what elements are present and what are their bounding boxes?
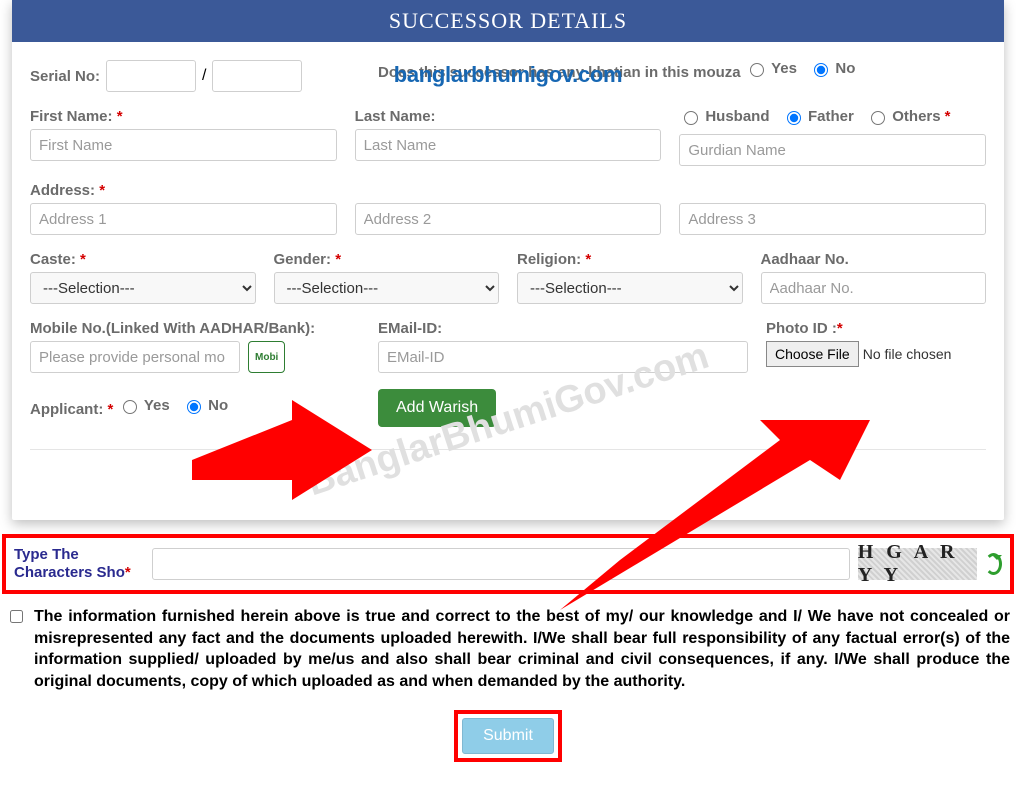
gender-select[interactable]: ---Selection--- — [274, 272, 500, 304]
mobile-label: Mobile No.(Linked With AADHAR/Bank): — [30, 320, 360, 337]
caste-label: Caste: * — [30, 251, 256, 268]
declaration-text: The information furnished herein above i… — [34, 606, 1010, 692]
gender-label: Gender: * — [274, 251, 500, 268]
address1-input[interactable] — [30, 203, 337, 235]
last-name-label: Last Name: — [355, 108, 662, 125]
applicant-yes-label: Yes — [144, 397, 170, 414]
file-chosen-text: No file chosen — [863, 346, 952, 362]
others-radio[interactable] — [871, 111, 885, 125]
serial-input-1[interactable] — [106, 60, 196, 92]
others-label: Others — [892, 108, 940, 125]
submit-button[interactable]: Submit — [462, 718, 554, 754]
aadhaar-input[interactable] — [761, 272, 987, 304]
applicant-no-label: No — [208, 397, 228, 414]
first-name-label: First Name: * — [30, 108, 337, 125]
address-label: Address: * — [30, 182, 337, 199]
first-name-input[interactable] — [30, 129, 337, 161]
declaration-checkbox[interactable] — [10, 610, 23, 623]
add-warish-button[interactable]: Add Warish — [378, 389, 496, 427]
caste-select[interactable]: ---Selection--- — [30, 272, 256, 304]
captcha-section: Type The Characters Sho* H G A R Y Y — [2, 534, 1014, 594]
khatian-yes-radio[interactable] — [750, 63, 764, 77]
section-header: SUCCESSOR DETAILS — [12, 0, 1004, 42]
address2-input[interactable] — [355, 203, 662, 235]
mobile-input[interactable] — [30, 341, 240, 373]
choose-file-button[interactable]: Choose File — [766, 341, 859, 367]
father-label: Father — [808, 108, 854, 125]
serial-input-2[interactable] — [212, 60, 302, 92]
guardian-input[interactable] — [679, 134, 986, 166]
applicant-yes-radio[interactable] — [123, 400, 137, 414]
husband-radio[interactable] — [684, 111, 698, 125]
serial-slash: / — [202, 67, 206, 85]
captcha-label: Type The Characters Sho* — [14, 546, 144, 582]
photo-id-label: Photo ID :* — [766, 320, 986, 337]
captcha-image: H G A R Y Y — [858, 548, 977, 580]
refresh-icon[interactable] — [985, 553, 1002, 575]
khatian-no-radio[interactable] — [814, 63, 828, 77]
husband-label: Husband — [705, 108, 769, 125]
religion-label: Religion: * — [517, 251, 743, 268]
submit-highlight: Submit — [454, 710, 562, 762]
mobi-button[interactable]: Mobi — [248, 341, 285, 373]
watermark-top: banglarbhumigov.com — [394, 62, 623, 88]
father-radio[interactable] — [787, 111, 801, 125]
religion-select[interactable]: ---Selection--- — [517, 272, 743, 304]
address3-input[interactable] — [679, 203, 986, 235]
no-label: No — [835, 60, 855, 77]
last-name-input[interactable] — [355, 129, 662, 161]
divider — [30, 449, 986, 450]
captcha-input[interactable] — [152, 548, 850, 580]
aadhaar-label: Aadhaar No. — [761, 251, 987, 268]
yes-label: Yes — [771, 60, 797, 77]
serial-label: Serial No: — [30, 68, 100, 85]
applicant-label: Applicant: * — [30, 401, 113, 418]
email-input[interactable] — [378, 341, 748, 373]
applicant-no-radio[interactable] — [187, 400, 201, 414]
email-label: EMail-ID: — [378, 320, 748, 337]
